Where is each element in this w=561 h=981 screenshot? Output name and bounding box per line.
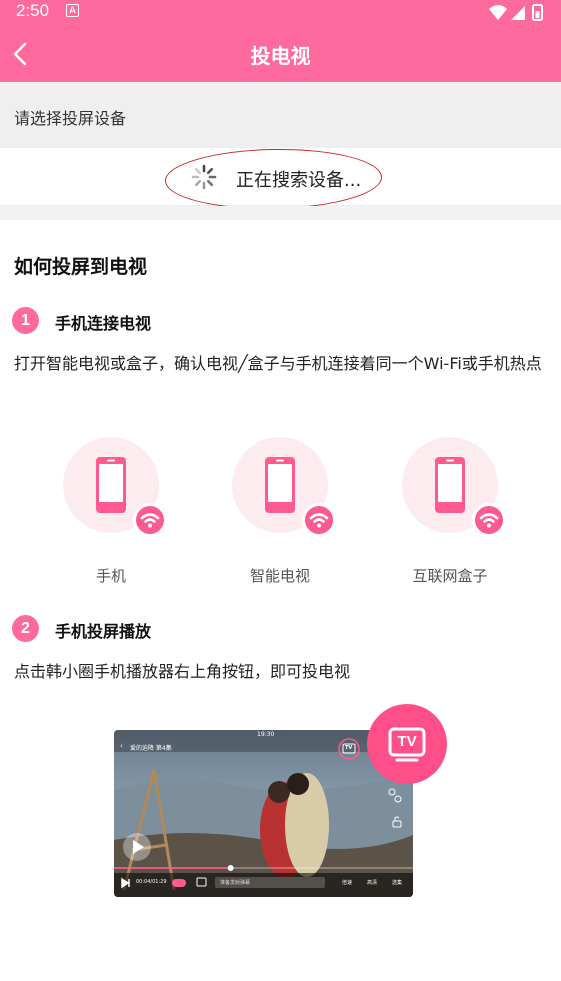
page-title: 投电视 (250, 44, 311, 68)
quality-button[interactable]: 高清 (367, 879, 377, 886)
device-label: 智能电视 (249, 567, 310, 585)
phone-icon (265, 457, 295, 513)
step-1-title: 手机连接电视 (55, 314, 152, 333)
episodes-button[interactable]: 选集 (392, 879, 402, 886)
back-small-icon: ‹ (120, 742, 123, 750)
device-label: 互联网盒子 (412, 567, 488, 585)
device-prompt-bar: 请选择投屏设备 (0, 82, 561, 148)
section-divider (0, 206, 561, 220)
device-internet-box: 互联网盒子 (390, 437, 510, 587)
status-time: 2:50 (16, 1, 50, 20)
video-progress-knob[interactable] (227, 865, 234, 871)
step-1-number-badge: 1 (12, 307, 39, 334)
tv-cast-small-label: TV (345, 745, 353, 751)
video-clock: 19:30 (257, 731, 275, 738)
device-label: 手机 (95, 567, 126, 585)
video-time-readout: 00:04/01:29 (136, 879, 167, 885)
device-phone: 手机 (51, 437, 171, 587)
step-1-description: 打开智能电视或盒子，确认电视╱盒子与手机连接着同一个Wi-Fi或手机热点 (14, 354, 542, 373)
device-prompt-text: 请选择投屏设备 (14, 109, 127, 128)
system-status-icons (489, 4, 543, 21)
signal-icon (511, 6, 525, 20)
step-2-number-badge: 2 (12, 615, 39, 642)
wifi-badge-icon (133, 503, 167, 537)
tv-cast-label: TV (397, 733, 417, 750)
app-bar: 投电视 (0, 26, 561, 82)
status-bar: 2:50 A (0, 0, 561, 26)
video-title: 爱的迫降 第4集 (130, 745, 172, 752)
phone-icon (435, 457, 465, 513)
phone-icon (96, 457, 126, 513)
device-smart-tv: 智能电视 (220, 437, 340, 587)
tv-cast-icon: TV (367, 704, 447, 784)
step-2-title: 手机投屏播放 (55, 622, 152, 641)
annotation-ring (164, 147, 383, 211)
wifi-icon (489, 5, 507, 20)
howto-title: 如何投屏到电视 (14, 256, 148, 278)
wifi-badge-icon (302, 503, 336, 537)
notification-icon: A (66, 4, 79, 17)
step-2-description: 点击韩小圈手机播放器右上角按钮，即可投电视 (14, 662, 351, 681)
speed-button[interactable]: 倍速 (342, 879, 352, 886)
wifi-badge-icon (472, 503, 506, 537)
danmaku-input[interactable]: 准备发射弹幕 (220, 879, 250, 886)
device-search-row: 正在搜索设备... (0, 147, 561, 211)
